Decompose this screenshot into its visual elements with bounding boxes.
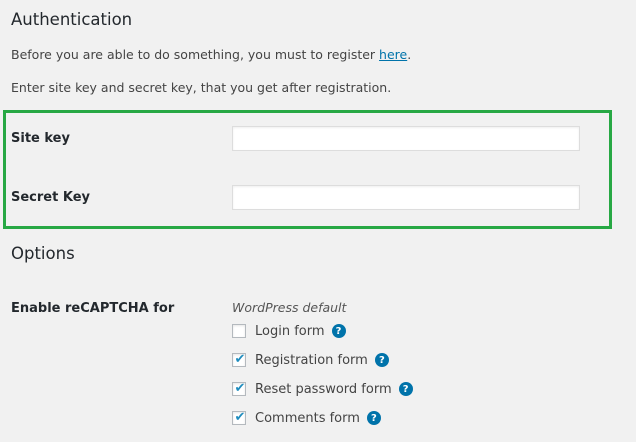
option-reset-password-form[interactable]: ✔ Reset password form ?: [232, 380, 413, 398]
checkmark-icon: ✔: [234, 352, 246, 367]
question-circle-icon[interactable]: ?: [374, 353, 389, 367]
reset-password-form-checkbox[interactable]: ✔: [232, 381, 246, 396]
site-key-input[interactable]: [232, 126, 580, 151]
login-form-checkbox[interactable]: [232, 324, 246, 338]
register-suffix: .: [407, 47, 412, 62]
wordpress-default-label: WordPress default: [232, 300, 347, 315]
option-registration-form[interactable]: ✔ Registration form ?: [232, 351, 389, 369]
reset-password-form-label: Reset password form: [255, 381, 392, 397]
authentication-heading: Authentication: [11, 10, 133, 29]
site-key-label: Site key: [11, 131, 70, 146]
checkmark-icon: ✔: [234, 410, 246, 425]
question-circle-icon[interactable]: ?: [398, 382, 413, 396]
option-comments-form[interactable]: ✔ Comments form ?: [232, 409, 381, 427]
register-text: Before you are able to do something, you…: [11, 47, 411, 62]
enable-recaptcha-label: Enable reCAPTCHA for: [11, 301, 175, 316]
options-heading: Options: [11, 244, 75, 263]
register-link[interactable]: here: [379, 47, 407, 62]
instructions-text: Enter site key and secret key, that you …: [11, 80, 392, 95]
checkmark-icon: ✔: [234, 381, 246, 396]
registration-form-checkbox[interactable]: ✔: [232, 352, 246, 367]
login-form-label: Login form: [255, 323, 325, 339]
register-prefix: Before you are able to do something, you…: [11, 47, 380, 62]
secret-key-input[interactable]: [232, 185, 580, 210]
question-circle-icon[interactable]: ?: [331, 324, 346, 338]
registration-form-label: Registration form: [255, 352, 368, 368]
comments-form-label: Comments form: [255, 410, 360, 426]
question-circle-icon[interactable]: ?: [366, 411, 381, 425]
option-login-form[interactable]: Login form ?: [232, 322, 346, 340]
comments-form-checkbox[interactable]: ✔: [232, 410, 246, 425]
secret-key-label: Secret Key: [11, 190, 90, 205]
